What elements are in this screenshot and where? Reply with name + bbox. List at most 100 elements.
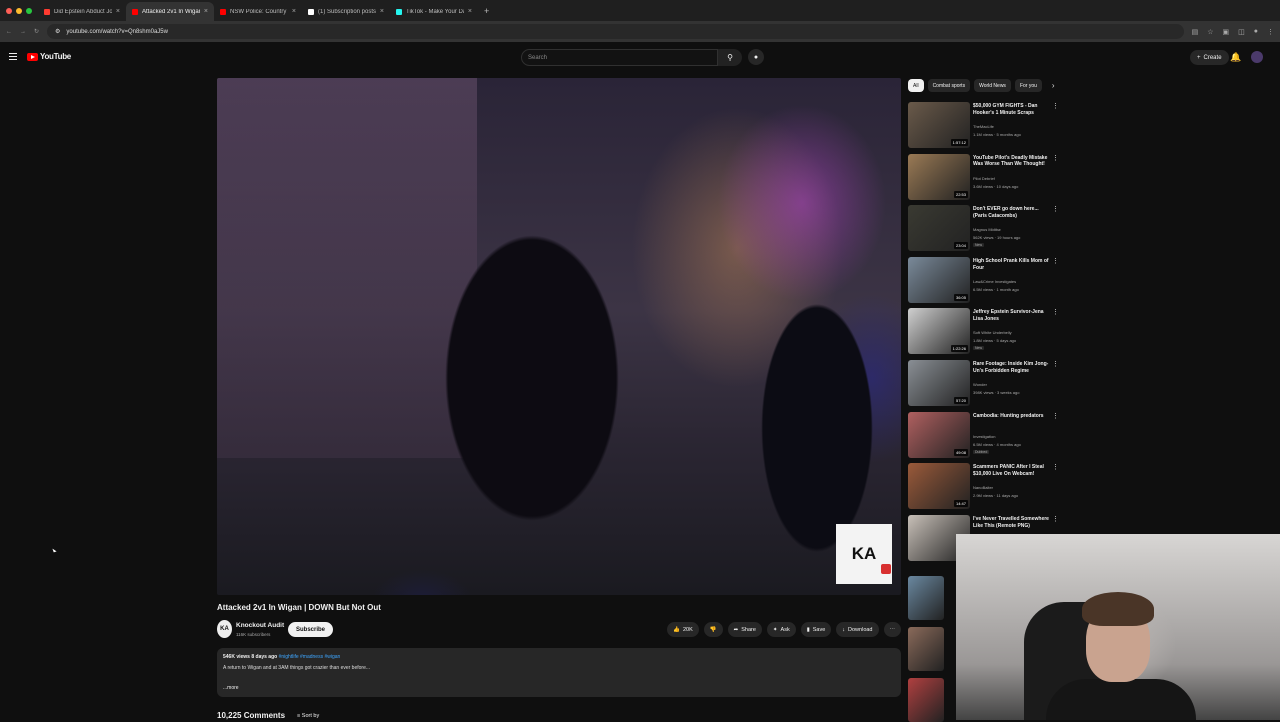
- dislike-button[interactable]: 👎: [703, 622, 723, 637]
- more-options-icon[interactable]: ⋮: [1052, 360, 1059, 368]
- recommended-title: I've Never Travelled Somewhere Like This…: [973, 515, 1049, 529]
- more-options-icon[interactable]: ⋮: [1052, 308, 1059, 316]
- tab-close-icon[interactable]: ×: [292, 8, 296, 15]
- video-thumbnail[interactable]: 36:05: [908, 256, 970, 303]
- show-more-link[interactable]: ...more: [223, 685, 895, 691]
- voice-search-icon[interactable]: ●: [748, 49, 764, 65]
- recommended-video[interactable]: 57:20 Rare Footage: Inside Kim Jong-Un's …: [908, 360, 1059, 408]
- tab-close-icon[interactable]: ×: [468, 8, 472, 15]
- video-thumbnail[interactable]: 23:04: [908, 205, 970, 252]
- chevron-right-icon[interactable]: ›: [1052, 81, 1055, 90]
- more-options-icon[interactable]: ⋮: [1052, 205, 1059, 213]
- notifications-bell-icon[interactable]: 🔔: [1230, 52, 1241, 63]
- tab-close-icon[interactable]: ×: [380, 8, 384, 15]
- hamburger-menu-icon[interactable]: [9, 53, 17, 61]
- site-info-icon[interactable]: ⚙: [55, 28, 60, 35]
- filter-chip[interactable]: Combat sports: [927, 79, 971, 92]
- bookmark-icon: ▮: [806, 626, 810, 633]
- split-view-icon[interactable]: ◫: [1238, 28, 1245, 36]
- more-options-icon[interactable]: ⋮: [1052, 463, 1059, 471]
- webcam-overlay: [956, 534, 1280, 720]
- tab-close-icon[interactable]: ×: [116, 8, 120, 15]
- recommended-video[interactable]: 1:57:12 $50,000 GYM FIGHTS - Dan Hooker's…: [908, 102, 1059, 150]
- filter-chip[interactable]: For you: [1014, 79, 1042, 92]
- more-actions-icon[interactable]: ⋯: [883, 622, 901, 637]
- share-button[interactable]: ➦ Share: [727, 622, 762, 637]
- tab-favicon-icon: [44, 8, 50, 15]
- video-thumbnail[interactable]: 1:22:26: [908, 308, 970, 355]
- recommended-video[interactable]: 23:04 Don't EVER go down here... (Paris C…: [908, 205, 1059, 253]
- video-thumbnail[interactable]: 57:20: [908, 360, 970, 406]
- reload-icon[interactable]: ↻: [34, 28, 39, 35]
- video-thumbnail[interactable]: 49:08: [908, 411, 970, 458]
- share-label: Share: [741, 626, 756, 633]
- description-box[interactable]: 546K views 8 days ago #nightlife #madnes…: [217, 648, 901, 697]
- toolbar-actions: ▤ ☆ ▣ ◫ ● ⋮: [1192, 28, 1274, 36]
- subscribe-button[interactable]: Subscribe: [288, 622, 334, 637]
- forward-icon[interactable]: →: [20, 29, 26, 35]
- recommended-title: YouTube Pilot's Deadly Mistake Was Worse…: [973, 154, 1048, 168]
- video-thumbnail[interactable]: [908, 576, 944, 620]
- more-options-icon[interactable]: ⋮: [1052, 257, 1059, 265]
- more-options-icon[interactable]: ⋮: [1052, 154, 1059, 162]
- duration-badge: 22:53: [953, 190, 968, 198]
- recommended-video[interactable]: 36:05 High School Prank Kills Mom of Four…: [908, 256, 1059, 305]
- channel-watermark[interactable]: KA: [836, 524, 892, 584]
- video-thumbnail[interactable]: [908, 678, 944, 722]
- profile-icon[interactable]: ●: [1254, 28, 1258, 36]
- tab-title: NSW Police: Country Cop vs: [230, 8, 288, 15]
- address-bar[interactable]: ⚙ youtube.com/watch?v=Qn8shm0aJ5w: [47, 24, 1184, 39]
- minimize-window-icon[interactable]: [16, 8, 22, 14]
- new-tab-button[interactable]: +: [478, 6, 495, 21]
- recommended-video[interactable]: 14:47 Scammers PANIC After I Steal $10,00…: [908, 463, 1059, 511]
- video-player[interactable]: KA: [217, 78, 901, 595]
- search-input[interactable]: Search: [521, 49, 718, 66]
- account-avatar[interactable]: [1251, 51, 1263, 63]
- browser-tab[interactable]: (1) Subscription posts by W ×: [302, 2, 390, 21]
- bookmark-star-icon[interactable]: ☆: [1207, 28, 1213, 36]
- search-button[interactable]: ⚲: [718, 49, 742, 66]
- tab-close-icon[interactable]: ×: [204, 8, 208, 15]
- like-count: 20K: [682, 626, 693, 633]
- close-window-icon[interactable]: [6, 8, 12, 14]
- more-options-icon[interactable]: ⋮: [1052, 515, 1059, 523]
- hashtags[interactable]: #nightlife #madness #wigan: [279, 654, 341, 660]
- channel-name[interactable]: Knockout Audit: [236, 622, 284, 629]
- create-button[interactable]: + Create: [1190, 50, 1229, 65]
- back-icon[interactable]: ←: [6, 29, 12, 35]
- filter-chip[interactable]: World News: [974, 79, 1011, 92]
- filter-chip[interactable]: All: [908, 79, 924, 92]
- save-label: Save: [812, 626, 826, 633]
- maximize-window-icon[interactable]: [26, 8, 32, 14]
- recommended-video[interactable]: 1:22:26 Jeffrey Epstein Survivor-Jena Lis…: [908, 308, 1059, 356]
- video-thumbnail[interactable]: 22:53: [908, 153, 970, 200]
- recommended-video[interactable]: 49:08 Cambodia: Hunting predators Investig…: [908, 411, 1059, 460]
- video-thumbnail[interactable]: 14:47: [908, 463, 970, 510]
- browser-tab[interactable]: Attacked 2v1 In Wigan | D ×: [126, 2, 214, 21]
- recommended-channel: Magnus Midtbø: [973, 227, 1001, 233]
- duration-badge: 57:20: [953, 397, 968, 404]
- channel-avatar[interactable]: KA: [217, 620, 232, 638]
- extensions-icon[interactable]: ▣: [1223, 28, 1230, 36]
- window-controls: [0, 8, 38, 21]
- youtube-logo[interactable]: YouTube: [27, 52, 71, 61]
- browser-tab[interactable]: NSW Police: Country Cop vs ×: [214, 2, 302, 21]
- save-button[interactable]: ▮ Save: [800, 622, 832, 637]
- recommended-video[interactable]: 22:53 YouTube Pilot's Deadly Mistake Was …: [908, 153, 1059, 202]
- plus-icon: +: [1197, 54, 1201, 61]
- browser-menu-icon[interactable]: ⋮: [1267, 28, 1274, 36]
- video-thumbnail[interactable]: 1:57:12: [908, 102, 970, 148]
- view-count-date: 546K views 8 days ago: [223, 654, 278, 660]
- like-button[interactable]: 👍 20K: [667, 622, 699, 637]
- cast-icon[interactable]: ▤: [1192, 28, 1199, 36]
- more-options-icon[interactable]: ⋮: [1052, 412, 1059, 420]
- browser-tab[interactable]: Did Epstein Abduct JonBenét ×: [38, 2, 126, 21]
- comments-count: 10,225 Comments: [217, 711, 286, 720]
- video-thumbnail[interactable]: [908, 627, 944, 671]
- sort-by-button[interactable]: ≡ Sort by: [297, 713, 319, 719]
- ask-button[interactable]: ✦ Ask: [766, 622, 796, 637]
- webcam-person-body: [1046, 679, 1196, 720]
- browser-tab[interactable]: TikTok - Make Your Day ×: [390, 2, 478, 21]
- more-options-icon[interactable]: ⋮: [1052, 102, 1059, 110]
- download-button[interactable]: ↓ Download: [836, 622, 879, 637]
